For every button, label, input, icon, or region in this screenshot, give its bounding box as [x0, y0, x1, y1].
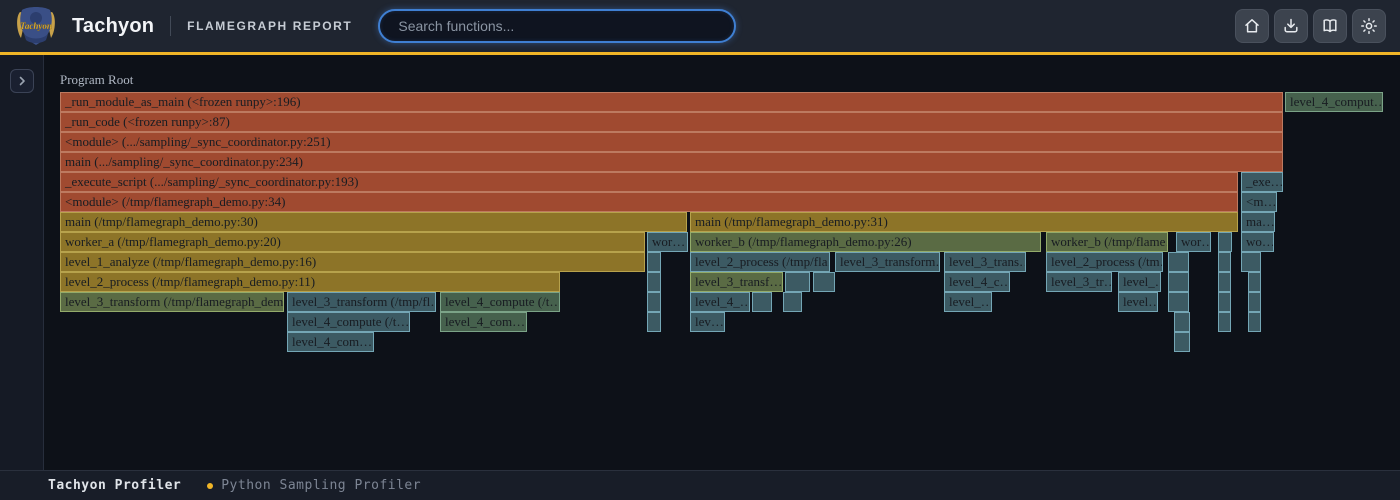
flame-frame[interactable]: level_4_com…	[287, 332, 374, 352]
flame-frame[interactable]	[783, 292, 802, 312]
flame-frame[interactable]: level_1_analyze (/tmp/flamegraph_demo.py…	[60, 252, 645, 272]
header-actions	[1235, 9, 1386, 43]
status-bullet-icon	[207, 483, 213, 489]
flame-frame[interactable]	[1248, 272, 1261, 292]
flame-frame[interactable]: main (/tmp/flamegraph_demo.py:31)	[690, 212, 1238, 232]
flame-frame[interactable]	[1168, 252, 1189, 272]
svg-text:Tachyon: Tachyon	[20, 21, 52, 31]
flame-frame[interactable]: worker_b (/tmp/flame…	[1046, 232, 1168, 252]
flame-frame[interactable]: level_…	[944, 292, 992, 312]
flame-frame[interactable]: _exe…	[1241, 172, 1283, 192]
status-description: Python Sampling Profiler	[221, 478, 421, 493]
flame-frame[interactable]: worker_b (/tmp/flamegraph_demo.py:26)	[690, 232, 1041, 252]
flame-frame[interactable]: _run_code (<frozen runpy>:87)	[60, 112, 1283, 132]
sidebar-expand-button[interactable]	[10, 69, 34, 93]
flame-frame[interactable]	[1218, 312, 1231, 332]
flame-frame[interactable]	[647, 292, 661, 312]
flame-frame[interactable]: worker_a (/tmp/flamegraph_demo.py:20)	[60, 232, 645, 252]
app-title: Tachyon	[72, 15, 154, 38]
flamegraph-panel: Program Root _run_module_as_main (<froze…	[44, 55, 1400, 470]
flame-frame[interactable]: _execute_script (.../sampling/_sync_coor…	[60, 172, 1238, 192]
main-area: Program Root _run_module_as_main (<froze…	[0, 55, 1400, 470]
download-icon	[1282, 17, 1300, 35]
flame-frame[interactable]	[1174, 332, 1190, 352]
chevron-right-icon	[16, 75, 28, 87]
flame-frame[interactable]	[1218, 272, 1231, 292]
flame-frame[interactable]: wo…	[1241, 232, 1274, 252]
report-type-label: FLAMEGRAPH REPORT	[187, 19, 352, 33]
flame-frame[interactable]: level_2_process (/tm…	[1046, 252, 1163, 272]
flame-frame[interactable]	[785, 272, 810, 292]
header-divider	[170, 16, 171, 36]
flame-frame[interactable]	[1168, 272, 1189, 292]
home-button[interactable]	[1235, 9, 1269, 43]
flame-frame[interactable]: level_…	[1118, 272, 1161, 292]
flame-frame[interactable]: level_4_com…	[440, 312, 527, 332]
flame-frame[interactable]	[1218, 252, 1231, 272]
flame-frame[interactable]: main (/tmp/flamegraph_demo.py:30)	[60, 212, 687, 232]
app-header: Tachyon Tachyon FLAMEGRAPH REPORT	[0, 0, 1400, 52]
flame-frame[interactable]: wor…	[647, 232, 688, 252]
sun-icon	[1360, 17, 1378, 35]
flame-frame[interactable]	[1168, 292, 1189, 312]
app-logo-icon: Tachyon	[14, 4, 58, 48]
flame-frame[interactable]: <module> (.../sampling/_sync_coordinator…	[60, 132, 1283, 152]
flame-frame[interactable]	[1218, 292, 1231, 312]
app-window: Tachyon Tachyon FLAMEGRAPH REPORT	[0, 0, 1400, 500]
flame-frame[interactable]	[647, 272, 661, 292]
flame-frame[interactable]: level_4_compute (/t…	[440, 292, 560, 312]
flame-frame[interactable]: level_4_compute (/t…	[287, 312, 410, 332]
flame-frame[interactable]: <module> (/tmp/flamegraph_demo.py:34)	[60, 192, 1238, 212]
search-input[interactable]	[378, 9, 736, 43]
flame-frame[interactable]: level_4_…	[690, 292, 750, 312]
flame-frame[interactable]: wor…	[1176, 232, 1211, 252]
flame-frame[interactable]: lev…	[690, 312, 725, 332]
flame-frame[interactable]: level_3_transform (/tmp/fl…	[287, 292, 436, 312]
flame-frame[interactable]	[1248, 312, 1261, 332]
flame-frame[interactable]: level_4_comput…	[1285, 92, 1383, 112]
flame-frame[interactable]: level_3_transf…	[690, 272, 783, 292]
home-icon	[1243, 17, 1261, 35]
left-sidebar	[0, 55, 44, 470]
flame-frame[interactable]	[1174, 312, 1190, 332]
flame-frame[interactable]: level_2_process (/tmp/flamegraph_demo.py…	[60, 272, 560, 292]
docs-button[interactable]	[1313, 9, 1347, 43]
flame-frame[interactable]	[752, 292, 772, 312]
status-app-name: Tachyon Profiler	[48, 478, 181, 493]
flame-frame[interactable]	[813, 272, 835, 292]
flame-frame[interactable]: ma…	[1241, 212, 1275, 232]
flame-frame[interactable]	[1218, 232, 1232, 252]
flame-frame[interactable]	[1248, 292, 1261, 312]
flame-frame[interactable]: level_4_c…	[944, 272, 1010, 292]
flame-frame[interactable]: level_3_transform…	[835, 252, 940, 272]
flame-frame[interactable]: level…	[1118, 292, 1158, 312]
flame-frame[interactable]: level_3_tr…	[1046, 272, 1112, 292]
flame-frame[interactable]	[647, 252, 661, 272]
book-icon	[1321, 17, 1339, 35]
download-button[interactable]	[1274, 9, 1308, 43]
status-bar: Tachyon Profiler Python Sampling Profile…	[0, 470, 1400, 500]
flame-frame[interactable]	[647, 312, 661, 332]
flame-frame[interactable]: level_3_transform (/tmp/flamegraph_dem…	[60, 292, 284, 312]
flame-frame[interactable]: level_3_trans…	[944, 252, 1026, 272]
flamegraph-root-label[interactable]: Program Root	[60, 72, 133, 88]
flame-frame[interactable]: _run_module_as_main (<frozen runpy>:196)	[60, 92, 1283, 112]
flame-frame[interactable]	[1241, 252, 1261, 272]
flame-frame[interactable]: level_2_process (/tmp/fla…	[690, 252, 830, 272]
theme-toggle-button[interactable]	[1352, 9, 1386, 43]
flame-frame[interactable]: <m…	[1241, 192, 1277, 212]
flame-frame[interactable]: main (.../sampling/_sync_coordinator.py:…	[60, 152, 1283, 172]
